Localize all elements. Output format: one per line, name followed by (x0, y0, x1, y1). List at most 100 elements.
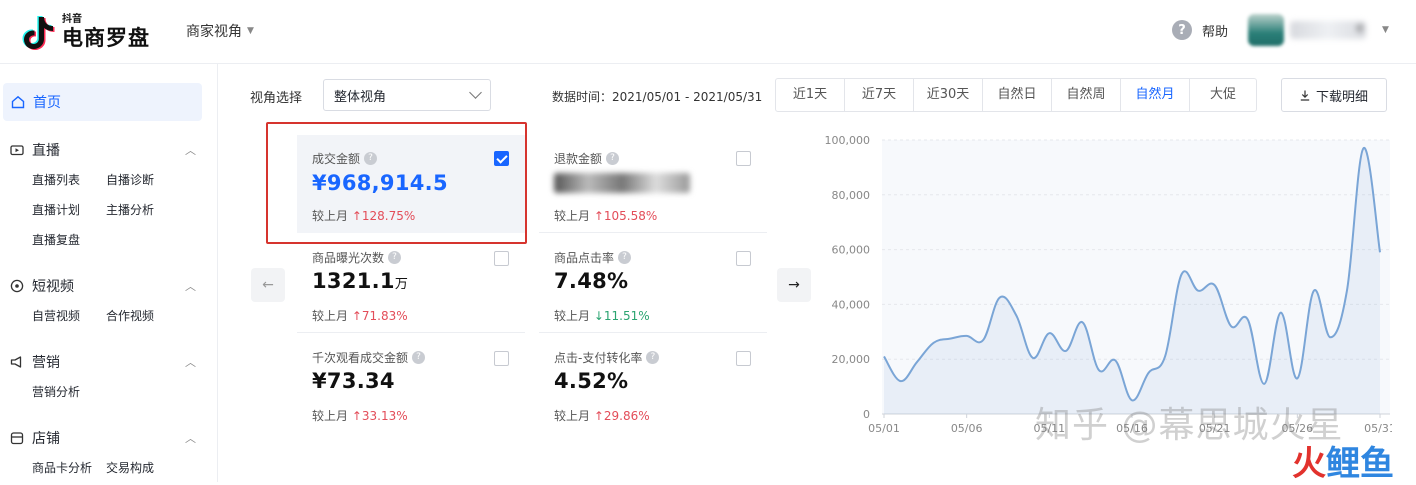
y-tick-label: 0 (863, 408, 870, 421)
sidebar-group-header[interactable]: 营销 ︿ (10, 351, 196, 373)
sidebar-group-label: 店铺 (32, 428, 60, 448)
logo[interactable]: 抖音 电商罗盘 (22, 10, 150, 54)
y-tick-label: 20,000 (832, 353, 871, 366)
question-icon[interactable]: ? (606, 152, 619, 165)
arrow-up-icon: ↑ (352, 409, 362, 423)
metric-value: 4.52% (554, 369, 628, 393)
question-icon[interactable]: ? (388, 251, 401, 264)
highlight-frame (266, 122, 527, 244)
sidebar-group-video: 短视频 ︿ 自营视频 合作视频 (10, 275, 196, 325)
help-label: 帮助 (1202, 21, 1228, 40)
arrow-right-icon: → (788, 277, 800, 293)
arrow-down-icon: ↓ (594, 309, 604, 323)
tab-last-30-days[interactable]: 近30天 (914, 79, 983, 111)
y-tick-label: 40,000 (832, 298, 871, 311)
metric-title: 商品点击率? (554, 249, 631, 266)
question-icon[interactable]: ? (646, 351, 659, 364)
compare-value: 71.83% (362, 309, 408, 323)
question-icon[interactable]: ? (412, 351, 425, 364)
metric-checkbox[interactable] (736, 251, 751, 266)
sidebar-item-live-review[interactable]: 直播复盘 (32, 231, 106, 249)
sidebar-item-own-video[interactable]: 自营视频 (32, 307, 106, 325)
sidebar-item-partner-video[interactable]: 合作视频 (106, 307, 180, 325)
metric-checkbox[interactable] (494, 251, 509, 266)
divider (297, 332, 525, 333)
tab-natural-week[interactable]: 自然周 (1052, 79, 1121, 111)
metric-compare: 较上月 ↑33.13% (312, 407, 408, 424)
metric-title-text: 千次观看成交金额 (312, 349, 408, 366)
metric-title: 商品曝光次数? (312, 249, 401, 266)
avatar (1248, 14, 1284, 46)
user-menu[interactable]: e ▼ (1248, 14, 1389, 46)
sidebar-item-transaction-composition[interactable]: 交易构成 (106, 459, 180, 477)
download-icon (1300, 90, 1310, 101)
metric-card-ctr[interactable]: 商品点击率? 7.48% 较上月 ↓11.51% (539, 235, 767, 333)
compare-label: 较上月 (554, 309, 590, 323)
view-select[interactable]: 整体视角 (323, 79, 491, 111)
home-icon (11, 95, 25, 109)
sidebar-group-label: 直播 (32, 140, 60, 160)
compare-value: 33.13% (362, 409, 408, 423)
view-select-value: 整体视角 (334, 86, 386, 105)
arrow-up-icon: ↑ (594, 409, 604, 423)
sidebar-item-live-plan[interactable]: 直播计划 (32, 201, 106, 219)
metric-checkbox[interactable] (494, 351, 509, 366)
metric-card-conversion[interactable]: 点击-支付转化率? 4.52% 较上月 ↑29.86% (539, 335, 767, 433)
metric-value: 7.48% (554, 269, 628, 293)
next-metrics-button[interactable]: → (777, 268, 811, 302)
sidebar-item-live-list[interactable]: 直播列表 (32, 171, 106, 189)
sidebar-group-header[interactable]: 短视频 ︿ (10, 275, 196, 297)
prev-metrics-button[interactable]: ← (251, 268, 285, 302)
compare-label: 较上月 (554, 209, 590, 223)
tab-promotion[interactable]: 大促 (1190, 79, 1256, 111)
metric-title: 退款金额? (554, 150, 619, 167)
tab-last-1-day[interactable]: 近1天 (776, 79, 845, 111)
sidebar-item-marketing-analysis[interactable]: 营销分析 (32, 383, 106, 401)
username: e (1290, 21, 1366, 39)
metric-checkbox[interactable] (736, 151, 751, 166)
metric-card-refund[interactable]: 退款金额? 较上月 ↑105.58% (539, 135, 767, 233)
metric-title: 点击-支付转化率? (554, 349, 659, 366)
tab-natural-day[interactable]: 自然日 (983, 79, 1052, 111)
metric-compare: 较上月 ↑105.58% (554, 207, 657, 224)
chevron-up-icon: ︿ (185, 142, 196, 158)
metric-card-gpm[interactable]: 千次观看成交金额? ¥73.34 较上月 ↑33.13% (297, 335, 525, 433)
sidebar-group-header[interactable]: 直播 ︿ (10, 139, 196, 161)
sidebar-item-self-live-diagnosis[interactable]: 自播诊断 (106, 171, 180, 189)
divider (539, 232, 767, 233)
megaphone-icon (10, 355, 24, 369)
metric-checkbox[interactable] (736, 351, 751, 366)
metric-card-exposure[interactable]: 商品曝光次数? 1321.1万 较上月 ↑71.83% (297, 235, 525, 333)
tab-last-7-days[interactable]: 近7天 (845, 79, 914, 111)
download-details-button[interactable]: 下载明细 (1281, 78, 1387, 112)
y-tick-label: 100,000 (825, 134, 871, 147)
metric-title-text: 退款金额 (554, 150, 602, 167)
metric-value-redacted (554, 173, 690, 193)
sidebar-item-home[interactable]: 首页 (3, 83, 202, 121)
y-tick-label: 80,000 (832, 189, 871, 202)
tab-natural-month[interactable]: 自然月 (1121, 79, 1190, 111)
compare-value: 29.86% (604, 409, 650, 423)
sidebar-group-header[interactable]: 店铺 ︿ (10, 427, 196, 449)
chevron-up-icon: ︿ (185, 278, 196, 294)
metric-compare: 较上月 ↓11.51% (554, 307, 650, 324)
sidebar-item-anchor-analysis[interactable]: 主播分析 (106, 201, 180, 219)
arrow-left-icon: ← (262, 277, 274, 293)
question-icon[interactable]: ? (618, 251, 631, 264)
live-icon (10, 143, 24, 157)
sidebar: 首页 直播 ︿ 直播列表 自播诊断 直播计划 主播分析 直播复盘 短视频 ︿ 自… (0, 64, 218, 482)
chevron-down-icon (469, 86, 482, 99)
data-time-range: 数据时间：2021/05/01 - 2021/05/31 (552, 88, 762, 105)
metric-value-number: 1321.1 (312, 269, 395, 293)
metric-value: ¥73.34 (312, 369, 395, 393)
store-icon (10, 431, 24, 445)
help-link[interactable]: ? 帮助 (1172, 20, 1228, 40)
view-select-label: 视角选择 (250, 87, 302, 106)
sidebar-group-marketing: 营销 ︿ 营销分析 (10, 351, 196, 401)
compare-label: 较上月 (554, 409, 590, 423)
divider (539, 332, 767, 333)
perspective-label: 商家视角 (186, 21, 242, 41)
sidebar-group-live: 直播 ︿ 直播列表 自播诊断 直播计划 主播分析 直播复盘 (10, 139, 196, 249)
sidebar-item-product-card-analysis[interactable]: 商品卡分析 (32, 459, 106, 477)
perspective-switcher[interactable]: 商家视角 ▼ (186, 21, 254, 41)
